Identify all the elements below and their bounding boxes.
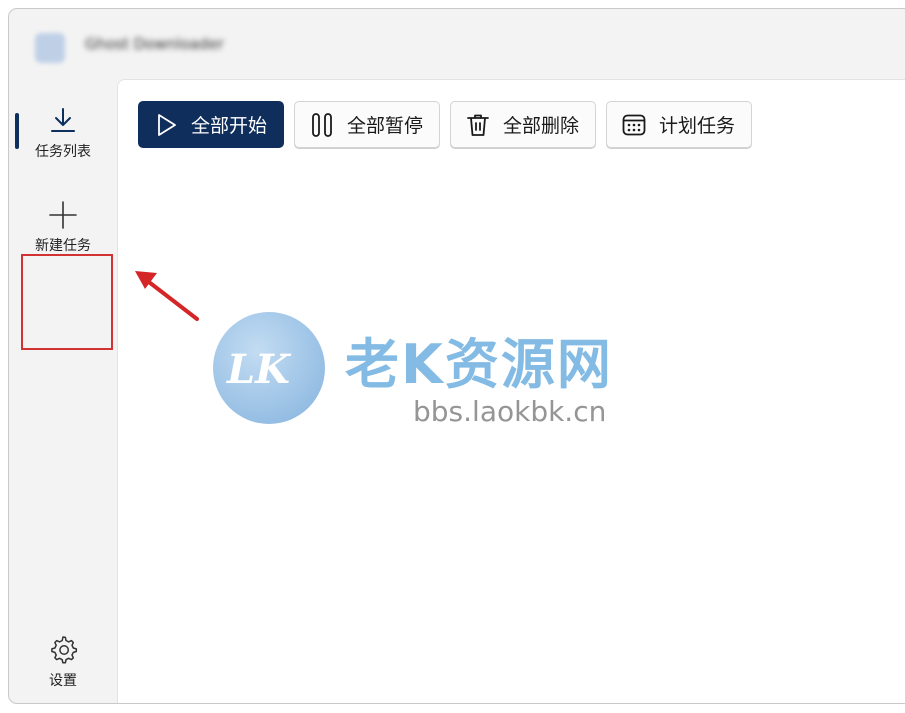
play-icon — [158, 113, 176, 136]
toolbar: 全部开始 全部暂停 全部删除 计划任务 — [138, 101, 753, 148]
watermark-logo — [213, 312, 325, 424]
app-icon — [35, 33, 65, 63]
start-all-button[interactable]: 全部开始 — [138, 101, 285, 148]
gear-icon — [51, 636, 78, 664]
watermark: LK 老K资源网 bbs.laokbk.cn — [213, 300, 713, 450]
title-bar: Ghost Downloader — [9, 9, 905, 79]
schedule-task-label: 计划任务 — [659, 115, 736, 137]
sidebar-item-label: 新建任务 — [35, 238, 91, 254]
sidebar-item-label: 设置 — [49, 673, 77, 689]
trash-icon — [467, 114, 489, 136]
sidebar: 任务列表 新建任务 设置 — [9, 79, 117, 703]
main-content: 全部开始 全部暂停 全部删除 计划任务 LK 老K资源网 bbs.laokbk.… — [117, 79, 905, 703]
pause-all-label: 全部暂停 — [347, 115, 424, 137]
download-icon — [51, 108, 75, 132]
delete-all-button[interactable]: 全部删除 — [450, 101, 597, 148]
calendar-icon — [622, 114, 646, 135]
pause-icon — [312, 112, 332, 137]
plus-icon — [49, 201, 77, 229]
sidebar-item-settings[interactable]: 设置 — [9, 634, 117, 690]
app-window: Ghost Downloader 任务列表 新建任务 设置 全部开始 全部暂停 … — [8, 8, 905, 704]
watermark-site-name: 老K资源网 — [345, 333, 613, 396]
sidebar-item-label: 任务列表 — [35, 144, 91, 160]
highlight-annotation — [21, 254, 113, 350]
start-all-label: 全部开始 — [191, 115, 268, 137]
delete-all-label: 全部删除 — [503, 115, 580, 137]
watermark-url: bbs.laokbk.cn — [413, 395, 607, 428]
sidebar-item-task-list[interactable]: 任务列表 — [9, 105, 117, 161]
app-title: Ghost Downloader — [85, 35, 224, 53]
sidebar-item-new-task[interactable]: 新建任务 — [9, 199, 117, 255]
schedule-task-button[interactable]: 计划任务 — [606, 101, 753, 148]
watermark-logo-text: LK — [227, 346, 290, 393]
pause-all-button[interactable]: 全部暂停 — [294, 101, 441, 148]
